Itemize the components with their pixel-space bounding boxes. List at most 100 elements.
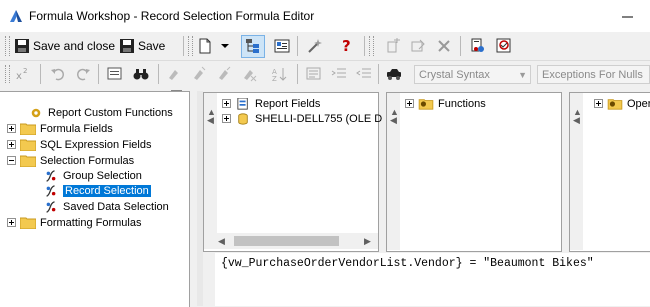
comment-icon[interactable] bbox=[306, 66, 322, 82]
folder-icon bbox=[20, 217, 36, 229]
insert-icon[interactable] bbox=[386, 38, 402, 54]
functions-item-label: Functions bbox=[438, 97, 486, 110]
functions-item-functions[interactable]: Functions bbox=[405, 96, 486, 111]
fields-item-label: Report Fields bbox=[255, 97, 321, 110]
formula-text[interactable]: {vw_PurchaseOrderVendorList.Vendor} = "B… bbox=[221, 257, 594, 270]
toolbar-separator bbox=[297, 36, 298, 56]
chevron-down-icon[interactable] bbox=[220, 38, 230, 54]
fields-item-report-fields[interactable]: Report Fields bbox=[222, 96, 320, 111]
undo-icon[interactable] bbox=[50, 66, 66, 82]
collapse-icon[interactable] bbox=[7, 156, 16, 165]
scroll-left-icon[interactable]: ◀ bbox=[573, 115, 580, 126]
tree-item-formula-fields[interactable]: Formula Fields bbox=[7, 121, 113, 136]
formula-icon bbox=[46, 169, 56, 182]
sort-icon[interactable]: AZ bbox=[272, 66, 288, 82]
operators-pane-scrollbar[interactable]: ▲ ◀ bbox=[570, 93, 583, 250]
toolbar-separator bbox=[183, 36, 184, 56]
gear-icon bbox=[31, 108, 41, 117]
expand-icon[interactable] bbox=[7, 140, 16, 149]
tree-item-label: Group Selection bbox=[63, 169, 142, 182]
scroll-left-icon[interactable]: ◀ bbox=[390, 115, 397, 126]
power-icon[interactable]: x2 bbox=[15, 66, 31, 82]
properties-icon[interactable] bbox=[274, 38, 290, 54]
toolbar-separator bbox=[98, 64, 99, 84]
previous-bookmark-icon[interactable] bbox=[216, 66, 232, 82]
check-formula-icon[interactable] bbox=[496, 38, 512, 54]
disk-icon bbox=[15, 39, 29, 53]
scroll-left-icon[interactable]: ◀ bbox=[207, 115, 214, 126]
fields-pane-scrollbar[interactable]: ▲ ◀ bbox=[204, 93, 217, 233]
scroll-thumb[interactable] bbox=[234, 236, 339, 246]
magic-wand-icon[interactable] bbox=[307, 38, 323, 54]
syntax-select[interactable]: Crystal Syntax ▼ bbox=[414, 65, 531, 84]
outdent-icon[interactable] bbox=[356, 66, 372, 82]
tree-item-saved-data-selection[interactable]: Saved Data Selection bbox=[43, 199, 169, 214]
toolbar-grip[interactable] bbox=[5, 36, 10, 56]
tree-item-group-selection[interactable]: Group Selection bbox=[43, 168, 142, 183]
gear-folder-icon bbox=[418, 98, 434, 110]
expand-icon[interactable] bbox=[222, 99, 231, 108]
operators-item-operators[interactable]: Opera bbox=[594, 96, 650, 111]
tree-item-label: Selection Formulas bbox=[40, 154, 135, 167]
find-binoculars-icon[interactable] bbox=[133, 66, 149, 82]
formula-icon bbox=[46, 200, 56, 213]
toggle-tree-button[interactable] bbox=[241, 35, 265, 58]
scroll-left-icon[interactable]: ◀ bbox=[218, 236, 225, 247]
null-handling-select[interactable]: Exceptions For Nulls bbox=[537, 65, 650, 84]
toolbar-separator bbox=[40, 64, 41, 84]
rename-icon[interactable] bbox=[410, 38, 426, 54]
help-icon[interactable]: ? bbox=[338, 37, 354, 53]
browse-data-icon[interactable] bbox=[107, 66, 123, 82]
syntax-select-value: Crystal Syntax bbox=[419, 69, 490, 81]
expand-icon[interactable] bbox=[7, 218, 16, 227]
format-toolbar: x2 AZ Crystal Syntax ▼ Exceptions For Nu… bbox=[0, 61, 650, 88]
delete-icon[interactable] bbox=[436, 38, 452, 54]
tree-icon bbox=[246, 39, 259, 53]
fields-item-data-source[interactable]: SHELLI-DELL755 (OLE D bbox=[222, 111, 382, 126]
save-button[interactable]: Save bbox=[119, 35, 165, 57]
svg-text:Z: Z bbox=[272, 75, 277, 82]
scroll-right-icon[interactable]: ▶ bbox=[364, 236, 371, 247]
bookmark-toggle-icon[interactable] bbox=[166, 66, 182, 82]
toolbar-separator bbox=[364, 36, 365, 56]
fields-item-label: SHELLI-DELL755 (OLE D bbox=[255, 112, 383, 125]
tree-item-formatting-formulas[interactable]: Formatting Formulas bbox=[7, 215, 141, 230]
minimize-button[interactable] bbox=[606, 8, 650, 26]
save-label: Save bbox=[138, 39, 166, 53]
fields-pane-hscrollbar[interactable]: ◀ ▶ bbox=[204, 233, 378, 249]
redo-icon[interactable] bbox=[75, 66, 91, 82]
functions-pane-scrollbar[interactable]: ▲ ◀ bbox=[387, 93, 400, 250]
title-bar: Formula Workshop - Record Selection Form… bbox=[0, 0, 650, 32]
indent-icon[interactable] bbox=[331, 66, 347, 82]
database-icon bbox=[238, 112, 248, 125]
bookmark-icon[interactable] bbox=[470, 38, 486, 54]
car-icon[interactable] bbox=[386, 66, 402, 82]
toolbar-grip[interactable] bbox=[5, 65, 10, 83]
next-bookmark-icon[interactable] bbox=[191, 66, 207, 82]
clear-bookmarks-icon[interactable] bbox=[241, 66, 257, 82]
tree-item-record-selection[interactable]: Record Selection bbox=[43, 183, 152, 198]
save-and-close-button[interactable]: Save and close bbox=[14, 35, 115, 57]
tree-item-label: SQL Expression Fields bbox=[40, 138, 152, 151]
tree-item-sql-expression-fields[interactable]: SQL Expression Fields bbox=[7, 137, 151, 152]
expand-icon[interactable] bbox=[405, 99, 414, 108]
toolbar-grip[interactable] bbox=[369, 36, 374, 56]
toolbar-grip[interactable] bbox=[188, 36, 193, 56]
expand-icon[interactable] bbox=[594, 99, 603, 108]
gear-folder-icon bbox=[607, 98, 623, 110]
save-and-close-label: Save and close bbox=[33, 39, 116, 53]
tree-item-label: Formula Fields bbox=[40, 122, 113, 135]
new-document-icon[interactable] bbox=[197, 38, 213, 54]
expand-icon[interactable] bbox=[7, 124, 16, 133]
folder-icon bbox=[20, 123, 36, 135]
tree-item-label: Formatting Formulas bbox=[40, 216, 142, 229]
folder-icon bbox=[20, 139, 36, 151]
null-handling-select-value: Exceptions For Nulls bbox=[542, 69, 643, 81]
svg-text:2: 2 bbox=[23, 67, 27, 75]
toolbar-separator bbox=[460, 36, 461, 56]
expand-icon[interactable] bbox=[222, 114, 231, 123]
tree-item-label-selected: Record Selection bbox=[62, 183, 152, 198]
tree-item-report-custom-functions[interactable]: Report Custom Functions bbox=[28, 105, 173, 120]
svg-text:?: ? bbox=[342, 37, 351, 53]
tree-item-selection-formulas[interactable]: Selection Formulas bbox=[7, 153, 134, 168]
